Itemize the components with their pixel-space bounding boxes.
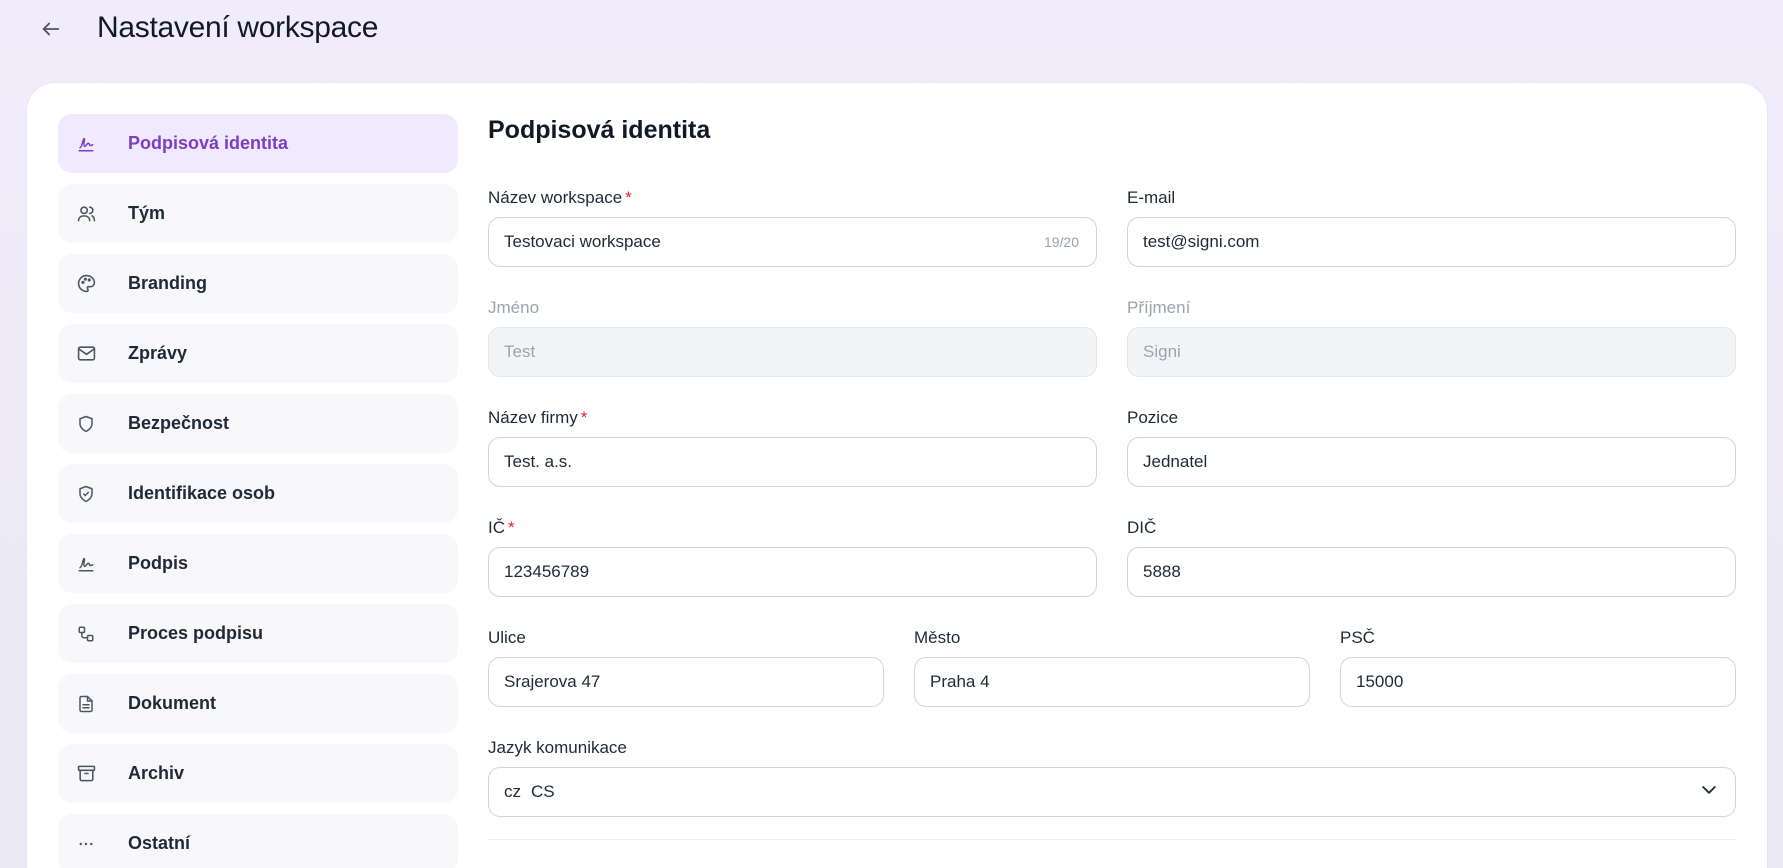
language-select[interactable]: cz CS [488, 767, 1736, 817]
input-value: Test [504, 342, 536, 361]
field-label: Název firmy [488, 408, 578, 427]
input-value: test@signi.com [1143, 232, 1260, 251]
sidebar-item-signing-identity[interactable]: Podpisová identita [58, 114, 458, 173]
required-mark: * [625, 188, 632, 207]
divider [488, 839, 1736, 840]
input-value: 5888 [1143, 562, 1181, 581]
field-label: E-mail [1127, 188, 1176, 207]
sidebar-item-signing-process[interactable]: Proces podpisu [58, 604, 458, 663]
sidebar-item-label: Branding [128, 273, 207, 293]
zip-input[interactable]: 15000 [1340, 657, 1736, 707]
input-value: Testovaci workspace [504, 232, 661, 251]
field-label: Město [914, 628, 961, 647]
field-label: Název workspace [488, 188, 623, 207]
email-field: E-mail test@signi.com [1127, 187, 1736, 267]
field-label: PSČ [1340, 628, 1375, 647]
select-value: CS [531, 782, 555, 801]
settings-sidebar: Podpisová identita Tým Branding Zprávy B… [58, 114, 458, 868]
company-name-input[interactable]: Test. a.s. [488, 437, 1097, 487]
form-content: Podpisová identita Název workspace * Test… [488, 116, 1736, 840]
field-label: Jazyk komunikace [488, 738, 627, 757]
sidebar-item-label: Proces podpisu [128, 623, 264, 643]
sidebar-item-archive[interactable]: Archiv [58, 744, 458, 803]
field-label: Příjmení [1127, 298, 1191, 317]
shield-icon [76, 414, 96, 434]
first-name-field: Jméno Test [488, 297, 1097, 377]
sidebar-item-label: Ostatní [128, 833, 191, 853]
chevron-down-icon [1699, 780, 1719, 805]
first-name-input: Test [488, 327, 1097, 377]
field-label: DIČ [1127, 518, 1157, 537]
top-bar: Nastavení workspace [0, 0, 1783, 60]
back-button[interactable] [36, 14, 66, 44]
ic-field: IČ * 123456789 [488, 517, 1097, 597]
sidebar-item-signature[interactable]: Podpis [58, 534, 458, 593]
users-icon [76, 204, 96, 224]
city-field: Město Praha 4 [914, 627, 1310, 707]
field-label: Pozice [1127, 408, 1179, 427]
workflow-icon [76, 624, 96, 644]
sidebar-item-label: Identifikace osob [128, 483, 276, 503]
street-field: Ulice Srajerova 47 [488, 627, 884, 707]
sidebar-item-label: Bezpečnost [128, 413, 230, 433]
signature-icon [76, 554, 96, 574]
input-value: 15000 [1356, 672, 1404, 691]
field-label: Ulice [488, 628, 526, 647]
sidebar-item-messages[interactable]: Zprávy [58, 324, 458, 383]
input-value: Praha 4 [930, 672, 990, 691]
city-input[interactable]: Praha 4 [914, 657, 1310, 707]
required-mark: * [508, 518, 515, 537]
dic-field: DIČ 5888 [1127, 517, 1736, 597]
last-name-input: Signi [1127, 327, 1736, 377]
input-value: Srajerova 47 [504, 672, 601, 691]
sidebar-item-label: Podpis [128, 553, 189, 573]
sidebar-item-label: Dokument [128, 693, 217, 713]
sidebar-item-security[interactable]: Bezpečnost [58, 394, 458, 453]
document-icon [76, 694, 96, 714]
required-mark: * [580, 408, 588, 427]
section-title: Podpisová identita [488, 116, 711, 144]
input-value: Jednatel [1143, 452, 1208, 471]
archive-icon [76, 764, 96, 784]
flag-code: cz [504, 782, 521, 801]
sidebar-item-label: Archiv [128, 763, 185, 783]
sidebar-item-document[interactable]: Dokument [58, 674, 458, 733]
input-value: 123456789 [504, 562, 590, 581]
field-label: Jméno [488, 298, 540, 317]
last-name-field: Příjmení Signi [1127, 297, 1736, 377]
company-name-field: Název firmy * Test. a.s. [488, 407, 1097, 487]
input-value: Signi [1143, 342, 1181, 361]
workspace-name-field: Název workspace * Testovaci workspace 19/… [488, 187, 1097, 267]
palette-icon [76, 274, 96, 294]
more-icon [76, 834, 96, 854]
page-title: Nastavení workspace [97, 11, 379, 44]
sidebar-item-identification[interactable]: Identifikace osob [58, 464, 458, 523]
email-input[interactable]: test@signi.com [1127, 217, 1736, 267]
sidebar-item-label: Podpisová identita [128, 133, 289, 153]
input-value: Test. a.s. [504, 452, 573, 471]
position-input[interactable]: Jednatel [1127, 437, 1736, 487]
field-label: IČ [488, 518, 505, 537]
signature-icon [76, 134, 96, 154]
sidebar-item-other[interactable]: Ostatní [58, 814, 458, 868]
arrow-left-icon [42, 22, 60, 36]
workspace-name-input[interactable]: Testovaci workspace 19/20 [488, 217, 1097, 267]
sidebar-item-label: Zprávy [128, 343, 188, 363]
mail-icon [76, 344, 96, 364]
language-field: Jazyk komunikace cz CS [488, 737, 1736, 817]
position-field: Pozice Jednatel [1127, 407, 1736, 487]
ic-input[interactable]: 123456789 [488, 547, 1097, 597]
street-input[interactable]: Srajerova 47 [488, 657, 884, 707]
zip-field: PSČ 15000 [1340, 627, 1736, 707]
shield-check-icon [76, 484, 96, 504]
sidebar-item-branding[interactable]: Branding [58, 254, 458, 313]
sidebar-item-team[interactable]: Tým [58, 184, 458, 243]
settings-card: Podpisová identita Tým Branding Zprávy B… [27, 83, 1767, 868]
character-counter: 19/20 [1043, 234, 1079, 250]
sidebar-item-label: Tým [128, 203, 166, 223]
dic-input[interactable]: 5888 [1127, 547, 1736, 597]
